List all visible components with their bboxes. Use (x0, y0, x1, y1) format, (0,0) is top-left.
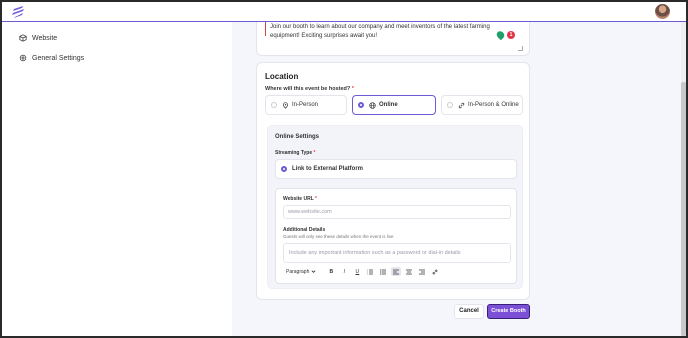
sidebar-item-label: Website (32, 34, 58, 42)
location-card: Location Where will this event be hosted… (256, 62, 530, 300)
bold-button[interactable]: B (326, 267, 336, 276)
underline-button[interactable]: U (352, 267, 362, 276)
align-right-button[interactable] (417, 267, 427, 276)
main-content: Join our booth to learn about our compan… (232, 22, 686, 336)
text-cursor (265, 22, 266, 36)
italic-button[interactable]: I (339, 267, 349, 276)
description-card: Join our booth to learn about our compan… (256, 22, 530, 56)
radio-button[interactable] (358, 102, 364, 108)
section-title: Location (265, 72, 299, 81)
cancel-button[interactable]: Cancel (454, 304, 484, 319)
cube-icon (19, 34, 27, 42)
insert-link-button[interactable] (430, 267, 440, 276)
scrollbar-thumb[interactable] (681, 82, 686, 336)
align-left-button[interactable] (391, 267, 402, 276)
link-icon (432, 269, 438, 274)
sidebar-item-website[interactable]: Website (19, 34, 57, 42)
user-avatar[interactable] (655, 4, 670, 19)
additional-details-help: Guests will only see these details when … (283, 234, 394, 239)
location-option-hybrid[interactable]: In-Person & Online (441, 95, 523, 115)
top-bar (2, 2, 686, 22)
align-center-button[interactable] (404, 267, 414, 276)
online-settings-panel: Online Settings Streaming Type * Link to… (267, 125, 523, 289)
radio-button[interactable] (281, 166, 287, 172)
link-icon (458, 102, 465, 108)
gear-icon (19, 54, 27, 62)
radio-button[interactable] (447, 102, 453, 108)
align-center-icon (406, 269, 413, 274)
location-option-online[interactable]: Online (352, 95, 436, 115)
map-pin-icon (283, 101, 288, 109)
website-url-input[interactable]: www.website.com (283, 205, 511, 219)
align-left-icon (393, 269, 400, 274)
paragraph-dropdown[interactable]: Paragraph (283, 267, 319, 276)
sidebar: Website General Settings (2, 22, 232, 336)
location-question: Where will this event be hosted? * (265, 86, 354, 92)
website-url-label: Website URL * (283, 196, 317, 202)
bullet-list-icon (380, 268, 387, 275)
ordered-list-icon (367, 269, 374, 274)
radio-button[interactable] (271, 102, 277, 108)
globe-icon (369, 101, 376, 109)
additional-details-input[interactable]: Include any important information such a… (283, 243, 511, 263)
description-textarea[interactable]: Join our booth to learn about our compan… (270, 23, 510, 41)
url-card: Website URL * www.website.com Additional… (275, 188, 517, 284)
bullet-list-button[interactable] (378, 267, 388, 276)
rich-text-toolbar: Paragraph B I U (283, 267, 440, 276)
align-right-icon (419, 269, 426, 274)
resize-handle[interactable] (518, 46, 523, 51)
scrollbar[interactable] (681, 22, 686, 336)
create-booth-button[interactable]: Create Booth (487, 304, 530, 319)
chevron-down-icon (311, 270, 316, 273)
location-option-in-person[interactable]: In-Person (265, 95, 347, 115)
notification-badge[interactable]: 1 (507, 31, 515, 39)
app-logo-icon[interactable] (11, 5, 27, 19)
streaming-option-external[interactable]: Link to External Platform (275, 159, 517, 179)
online-settings-title: Online Settings (275, 134, 320, 140)
streaming-type-label: Streaming Type * (275, 150, 316, 156)
sidebar-item-label: General Settings (32, 54, 85, 62)
ordered-list-button[interactable] (365, 267, 375, 276)
sidebar-item-general-settings[interactable]: General Settings (19, 54, 84, 62)
additional-details-label: Additional Details (283, 227, 326, 233)
